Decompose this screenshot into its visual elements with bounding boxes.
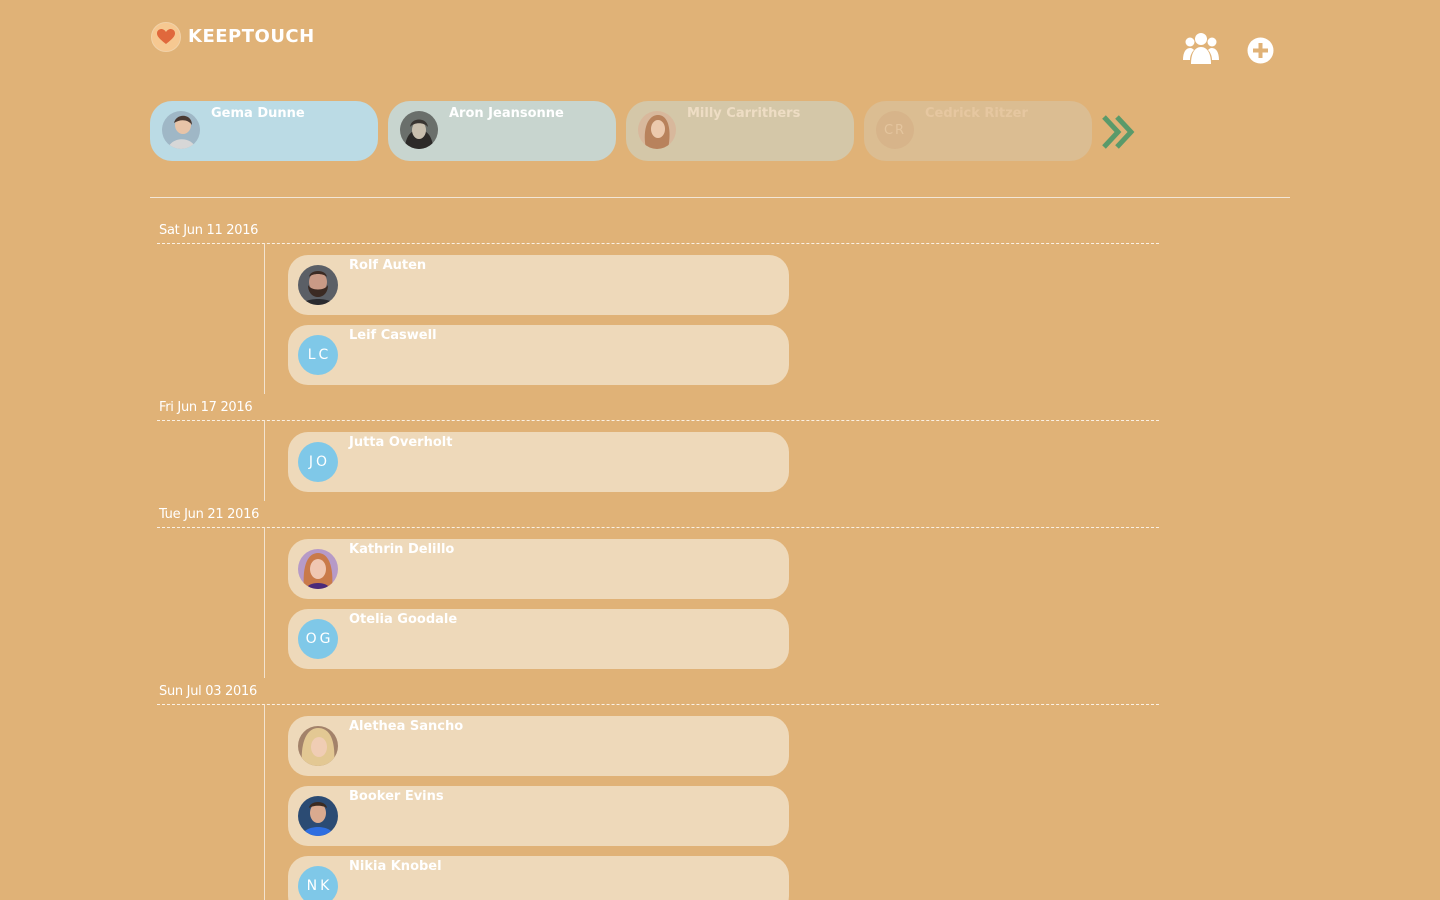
avatar: [298, 265, 338, 305]
favorite-card[interactable]: Gema Dunne: [150, 101, 378, 161]
contact-entry[interactable]: Booker Evins: [288, 786, 789, 846]
favorite-name: Aron Jeansonne: [449, 106, 564, 121]
header-divider: [150, 197, 1290, 198]
contact-entry[interactable]: LC Leif Caswell: [288, 325, 789, 385]
avatar: [400, 111, 438, 149]
timeline-date: Tue Jun 21 2016: [159, 507, 260, 522]
group-icon[interactable]: [1183, 32, 1219, 70]
date-separator: [157, 704, 1159, 705]
avatar-initials: LC: [298, 335, 338, 375]
contact-name: Rolf Auten: [349, 258, 427, 273]
contact-name: Kathrin Delillo: [349, 542, 455, 557]
favorite-name: Gema Dunne: [211, 106, 305, 121]
timeline-line: [264, 528, 265, 678]
date-separator: [157, 527, 1159, 528]
avatar-initials: JO: [298, 442, 338, 482]
timeline-date: Fri Jun 17 2016: [159, 400, 253, 415]
contact-name: Jutta Overholt: [349, 435, 453, 450]
app-logo[interactable]: KEEPTOUCH: [151, 22, 315, 52]
favorite-name: Cedrick Ritzer: [925, 106, 1028, 121]
date-separator: [157, 420, 1159, 421]
contact-entry[interactable]: Rolf Auten: [288, 255, 789, 315]
avatar: [298, 549, 338, 589]
double-chevron-right-icon[interactable]: [1101, 113, 1137, 155]
app-title: KEEPTOUCH: [188, 26, 315, 47]
app-root: KEEPTOUCH Gema Dunne Aron Jeansonne Mill…: [0, 0, 1440, 900]
contact-name: Alethea Sancho: [349, 719, 464, 734]
favorite-card[interactable]: Aron Jeansonne: [388, 101, 616, 161]
contact-entry[interactable]: JO Jutta Overholt: [288, 432, 789, 492]
date-separator: [157, 243, 1159, 244]
avatar-initials: OG: [298, 619, 338, 659]
contact-name: Nikia Knobel: [349, 859, 442, 874]
timeline-date: Sun Jul 03 2016: [159, 684, 257, 699]
contact-name: Booker Evins: [349, 789, 444, 804]
timeline-line: [264, 705, 265, 900]
contact-name: Otelia Goodale: [349, 612, 458, 627]
contact-entry[interactable]: NK Nikia Knobel: [288, 856, 789, 900]
favorite-card[interactable]: Milly Carrithers: [626, 101, 854, 161]
add-circle-icon[interactable]: [1247, 37, 1274, 68]
avatar-initials: CR: [876, 111, 914, 149]
avatar-initials: NK: [298, 866, 338, 900]
contact-name: Leif Caswell: [349, 328, 437, 343]
heart-icon: [151, 22, 181, 52]
contact-entry[interactable]: OG Otelia Goodale: [288, 609, 789, 669]
avatar: [162, 111, 200, 149]
avatar: [638, 111, 676, 149]
contact-entry[interactable]: Alethea Sancho: [288, 716, 789, 776]
timeline-line: [264, 421, 265, 501]
contact-entry[interactable]: Kathrin Delillo: [288, 539, 789, 599]
timeline-line: [264, 244, 265, 394]
timeline-date: Sat Jun 11 2016: [159, 223, 259, 238]
avatar: [298, 726, 338, 766]
favorite-name: Milly Carrithers: [687, 106, 801, 121]
avatar: [298, 796, 338, 836]
favorite-card[interactable]: CR Cedrick Ritzer: [864, 101, 1092, 161]
